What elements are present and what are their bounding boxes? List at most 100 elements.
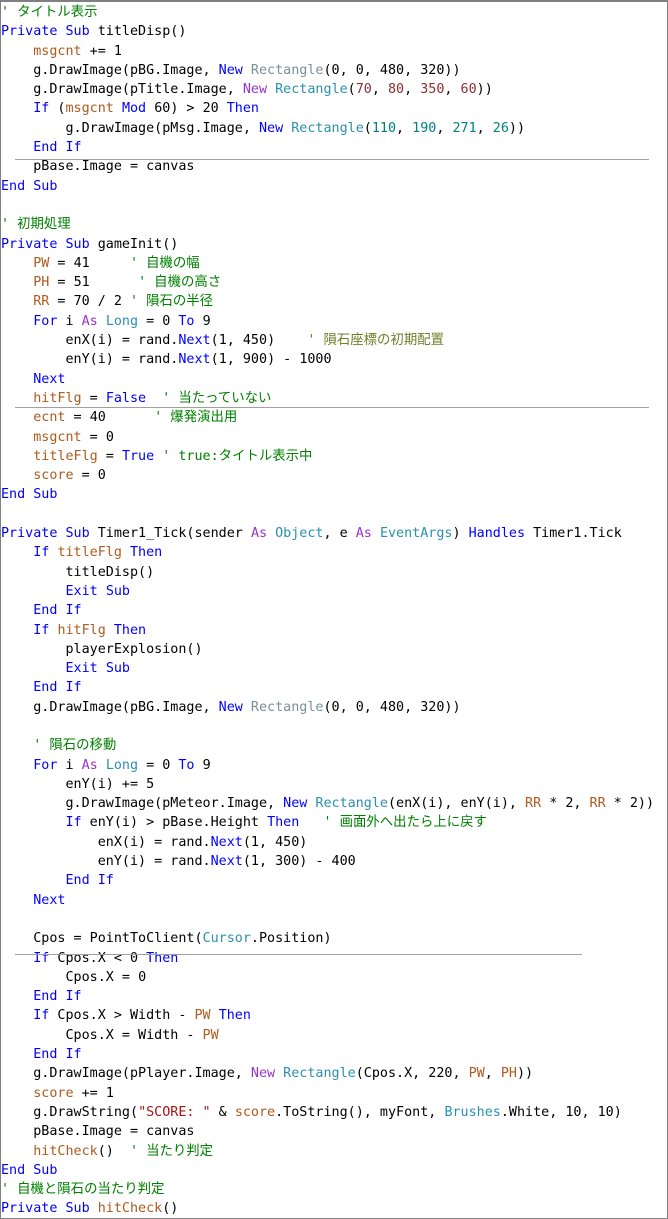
code-line[interactable]: If Cpos.X < 0 Then (1, 949, 667, 968)
code-line[interactable]: For i As Long = 0 To 9 (1, 756, 667, 775)
code-line[interactable]: Private Sub Timer1_Tick(sender As Object… (1, 524, 667, 543)
variable: titleFlg (57, 545, 122, 561)
code-line[interactable]: Cpos.X = 0 (1, 968, 667, 987)
number: 2 (113, 294, 122, 310)
code-line[interactable]: score += 1 (1, 1084, 667, 1103)
code-line[interactable]: End If (1, 601, 667, 620)
comment: ' true:タイトル表示中 (162, 448, 313, 464)
code-line[interactable]: msgcnt = 0 (1, 428, 667, 447)
type: Rectangle (315, 796, 388, 812)
code-line[interactable]: End Sub (1, 485, 667, 504)
code-line[interactable]: g.DrawImage(pBG.Image, New Rectangle(0, … (1, 698, 667, 717)
code-line[interactable]: pBase.Image = canvas (1, 157, 667, 176)
code-line[interactable]: titleFlg = True ' true:タイトル表示中 (1, 447, 667, 466)
keyword: New (258, 120, 284, 136)
code-line[interactable]: End If (1, 138, 667, 157)
code-line[interactable]: Private Sub gameInit() (1, 235, 667, 254)
keyword: New (242, 82, 268, 98)
code-line[interactable]: enY(i) = rand.Next(1, 300) - 400 (1, 852, 667, 871)
keyword: If (65, 140, 82, 156)
code-line[interactable]: ecnt = 40 ' 爆発演出用 (1, 408, 667, 427)
code-line[interactable]: Private Sub hitCheck() (1, 1199, 667, 1218)
number: 51 (73, 275, 90, 291)
code-line[interactable]: Next (1, 891, 667, 910)
code-line[interactable]: If Cpos.X > Width - PW Then (1, 1006, 667, 1025)
code-line[interactable] (1, 910, 667, 929)
code-line[interactable]: playerExplosion() (1, 640, 667, 659)
code-line[interactable]: End Sub (1, 177, 667, 196)
keyword: As (81, 757, 98, 773)
code-line[interactable]: If enY(i) > pBase.Height Then ' 画面外へ出たら上… (1, 813, 667, 832)
code-line[interactable]: g.DrawImage(pTitle.Image, New Rectangle(… (1, 80, 667, 99)
code-line[interactable]: ' タイトル表示 (1, 3, 667, 22)
code-line[interactable]: hitCheck() ' 当たり判定 (1, 1142, 667, 1161)
code-line[interactable]: RR = 70 / 2 ' 隕石の半径 (1, 292, 667, 311)
type: Rectangle (250, 62, 324, 78)
code-line[interactable] (1, 196, 667, 215)
code-line[interactable]: For i As Long = 0 To 9 (1, 312, 667, 331)
code-line[interactable]: PH = 51 ' 自機の高さ (1, 273, 667, 292)
member-separator (15, 159, 649, 160)
code-line[interactable]: ' 初期処理 (1, 215, 667, 234)
code-line[interactable]: PW = 41 ' 自機の幅 (1, 254, 667, 273)
code-line[interactable]: Exit Sub (1, 582, 667, 601)
code-line[interactable]: titleDisp() (1, 563, 667, 582)
code-line[interactable]: If titleFlg Then (1, 543, 667, 562)
code-line[interactable]: If (msgcnt Mod 60) > 20 Then (1, 99, 667, 118)
keyword: End (1, 178, 26, 194)
member-separator (15, 407, 649, 408)
keyword: If (33, 622, 50, 638)
code-line[interactable]: ' 自機と隕石の当たり判定 (1, 1180, 667, 1199)
comment: ' 自機の高さ (138, 275, 222, 291)
code-line[interactable]: End If (1, 987, 667, 1006)
code-line[interactable]: If hitFlg Then (1, 621, 667, 640)
keyword: Exit (65, 661, 98, 677)
comment: ' タイトル表示 (1, 5, 98, 20)
code-line[interactable]: msgcnt += 1 (1, 42, 667, 61)
number: 5 (146, 776, 155, 792)
code-line[interactable]: hitFlg = False ' 当たっていない (1, 389, 667, 408)
code-line[interactable]: End If (1, 871, 667, 890)
variable: RR (525, 796, 542, 812)
code-line[interactable]: ' 隕石の移動 (1, 736, 667, 755)
variable: msgcnt (65, 101, 114, 117)
code-line[interactable]: enY(i) += 5 (1, 775, 667, 794)
code-line[interactable] (1, 717, 667, 736)
code-line[interactable]: g.DrawString("SCORE: " & score.ToString(… (1, 1103, 667, 1122)
code-lines[interactable]: ' タイトル表示 Private Sub titleDisp() msgcnt +… (1, 3, 667, 1218)
code-listing-pane[interactable]: ' タイトル表示 Private Sub titleDisp() msgcnt +… (0, 0, 668, 1219)
type: EventArgs (379, 526, 453, 542)
keyword: End (65, 873, 90, 889)
code-line[interactable]: g.DrawImage(pMsg.Image, New Rectangle(11… (1, 119, 667, 138)
code-line[interactable]: g.DrawImage(pMeteor.Image, New Rectangle… (1, 794, 667, 813)
variable: PW (33, 255, 50, 271)
code-line[interactable]: End If (1, 1045, 667, 1064)
code-line[interactable]: End Sub (1, 1161, 667, 1180)
code-line[interactable]: g.DrawImage(pBG.Image, New Rectangle(0, … (1, 61, 667, 80)
string-literal: "SCORE: " (138, 1104, 211, 1120)
code-line[interactable]: Next (1, 370, 667, 389)
code-line[interactable]: Cpos.X = Width - PW (1, 1026, 667, 1045)
variable: hitFlg (33, 390, 82, 406)
variable: hitFlg (57, 622, 106, 638)
code-line[interactable] (1, 505, 667, 524)
code-line[interactable]: Exit Sub (1, 659, 667, 678)
code-line[interactable]: g.DrawImage(pPlayer.Image, New Rectangle… (1, 1064, 667, 1083)
keyword: End (1, 1162, 26, 1178)
code-line[interactable]: enY(i) = rand.Next(1, 900) - 1000 (1, 350, 667, 369)
keyword: As (250, 526, 268, 542)
code-line[interactable]: Private Sub titleDisp() (1, 22, 667, 41)
keyword: Next (178, 333, 211, 349)
code-line[interactable]: Cpos = PointToClient(Cursor.Position) (1, 929, 667, 948)
keyword: As (355, 526, 372, 542)
code-line[interactable]: score = 0 (1, 466, 667, 485)
number: 70 (355, 82, 372, 98)
number: 0 (162, 313, 171, 329)
variable: RR (33, 294, 50, 310)
code-line[interactable]: End If (1, 678, 667, 697)
code-line[interactable]: enX(i) = rand.Next(1, 450) (1, 833, 667, 852)
code-line[interactable]: pBase.Image = canvas (1, 1122, 667, 1141)
code-line[interactable]: enX(i) = rand.Next(1, 450) ' 隕石座標の初期配置 (1, 331, 667, 350)
keyword: Then (226, 101, 259, 117)
variable: score (234, 1104, 276, 1120)
